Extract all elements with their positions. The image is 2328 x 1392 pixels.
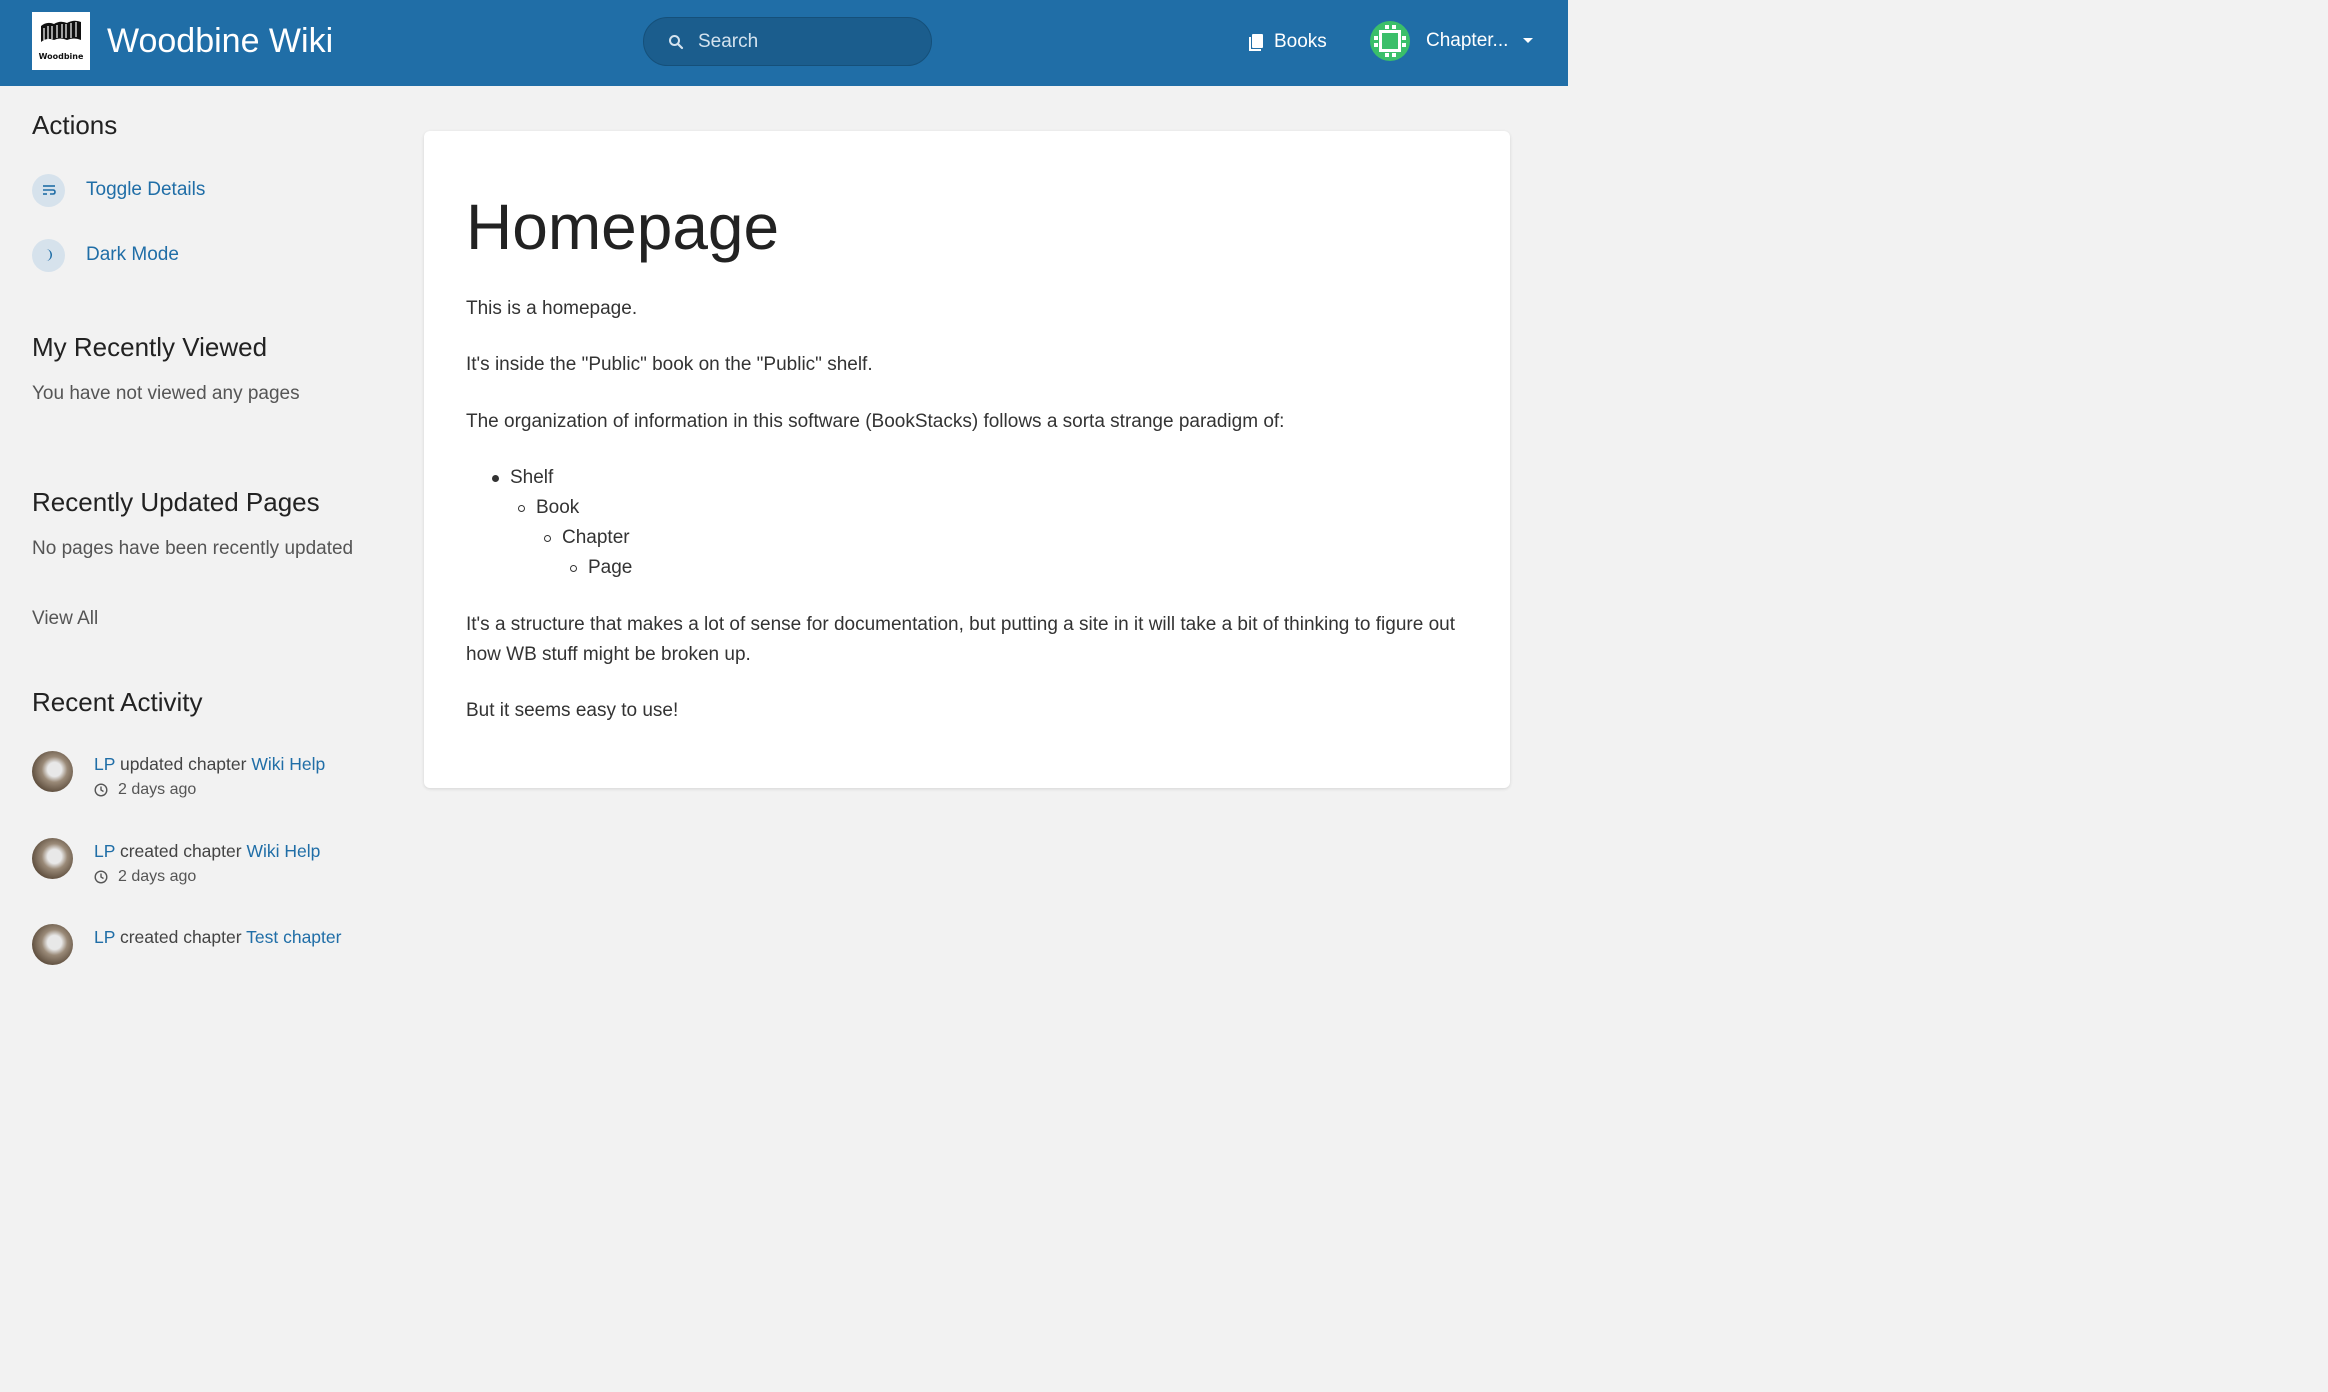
page-title: Homepage — [466, 191, 780, 263]
books-logo-icon — [41, 20, 81, 42]
recent-activity-heading: Recent Activity — [32, 687, 203, 717]
view-all-link[interactable]: View All — [32, 608, 98, 630]
list-item: Book — [518, 493, 579, 523]
activity-user-link[interactable]: LP — [94, 841, 115, 861]
clock-icon — [94, 870, 108, 884]
logo-text: Woodbine — [38, 52, 84, 61]
activity-user-link[interactable]: LP — [94, 754, 115, 774]
paragraph: It's a structure that makes a lot of sen… — [466, 614, 1455, 665]
paragraph: But it seems easy to use! — [466, 700, 679, 721]
activity-item: LP created chapter Test chapter — [32, 924, 392, 984]
avatar — [32, 924, 73, 965]
paragraph: This is a homepage. — [466, 298, 638, 319]
toggle-details-icon — [32, 173, 65, 207]
actions-heading: Actions — [32, 110, 118, 140]
site-title[interactable]: Woodbine Wiki — [107, 20, 333, 62]
activity-text: LP updated chapter Wiki Help — [94, 751, 325, 777]
recently-viewed-empty: You have not viewed any pages — [32, 383, 300, 404]
nav-books-link[interactable]: Books — [1248, 28, 1327, 56]
activity-action: created chapter — [119, 927, 242, 947]
activity-time-text: 2 days ago — [118, 781, 197, 798]
user-menu[interactable]: Chapter... — [1370, 20, 1534, 62]
search-input[interactable] — [698, 28, 918, 56]
list-item-text: Shelf — [510, 467, 554, 488]
activity-target-link[interactable]: Test chapter — [246, 927, 341, 947]
activity-action: updated chapter — [119, 754, 247, 774]
activity-time: 2 days ago — [94, 781, 196, 799]
disc-bullet — [492, 474, 499, 482]
dark-mode-label: Dark Mode — [86, 244, 179, 265]
moon-icon — [32, 238, 65, 272]
list-item-text: Chapter — [562, 527, 630, 548]
recently-updated-empty: No pages have been recently updated — [32, 538, 354, 559]
list-item-text: Page — [588, 557, 633, 578]
avatar — [32, 751, 73, 792]
recently-viewed-heading: My Recently Viewed — [32, 332, 268, 362]
circle-bullet — [570, 564, 577, 572]
chevron-down-icon — [1523, 38, 1534, 43]
list-item: Page — [570, 553, 632, 583]
clock-icon — [94, 783, 108, 797]
activity-user-link[interactable]: LP — [94, 927, 115, 947]
search-box[interactable] — [643, 17, 932, 66]
activity-time: 2 days ago — [94, 868, 196, 886]
site-logo[interactable]: Woodbine — [32, 12, 90, 70]
top-header: Woodbine Woodbine Wiki Books Chapter.. — [0, 0, 1568, 86]
activity-action: created chapter — [119, 841, 242, 861]
book-icon — [1249, 33, 1263, 51]
dark-mode-button[interactable]: Dark Mode — [32, 238, 179, 272]
toggle-details-button[interactable]: Toggle Details — [32, 173, 205, 207]
activity-target-link[interactable]: Wiki Help — [251, 754, 325, 774]
list-item: Chapter — [544, 523, 630, 553]
nav-books-label: Books — [1274, 31, 1327, 52]
search-icon — [669, 35, 684, 50]
activity-text: LP created chapter Test chapter — [94, 924, 341, 950]
list-item-text: Book — [536, 497, 580, 518]
paragraph: It's inside the "Public" book on the "Pu… — [466, 354, 873, 375]
activity-time-text: 2 days ago — [118, 868, 197, 885]
paragraph: The organization of information in this … — [466, 411, 1285, 432]
activity-item: LP updated chapter Wiki Help 2 days ago — [32, 751, 392, 811]
recently-updated-heading: Recently Updated Pages — [32, 487, 320, 517]
circle-bullet — [544, 534, 551, 542]
activity-target-link[interactable]: Wiki Help — [246, 841, 320, 861]
avatar — [32, 838, 73, 879]
activity-item: LP created chapter Wiki Help 2 days ago — [32, 838, 392, 898]
user-avatar — [1370, 21, 1410, 61]
list-item: Shelf — [492, 463, 553, 493]
toggle-details-label: Toggle Details — [86, 179, 206, 200]
page-content-card: Homepage This is a homepage. It's inside… — [424, 131, 1510, 788]
activity-text: LP created chapter Wiki Help — [94, 838, 320, 864]
circle-bullet — [518, 504, 525, 512]
user-name: Chapter... — [1426, 30, 1509, 51]
